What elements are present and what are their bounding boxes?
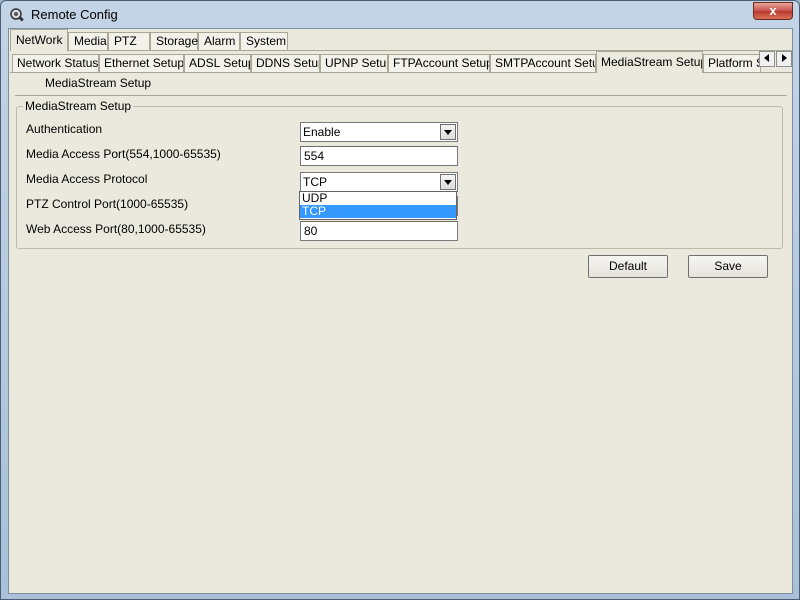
subtab-smtpaccount-setup[interactable]: SMTPAccount Setup — [490, 54, 596, 72]
default-button[interactable]: Default — [588, 255, 668, 278]
tab-scroll-right-button[interactable] — [776, 51, 792, 67]
page-heading: MediaStream Setup — [45, 76, 152, 90]
tab-ptz[interactable]: PTZ — [108, 32, 150, 50]
page-divider — [15, 95, 787, 96]
media-port-label: Media Access Port(554,1000-65535) — [26, 147, 221, 161]
authentication-select[interactable]: Enable — [300, 122, 458, 142]
tab-system[interactable]: System — [240, 32, 288, 50]
ptz-port-label: PTZ Control Port(1000-65535) — [26, 197, 189, 211]
web-port-input[interactable]: 80 — [300, 221, 458, 241]
subtab-ethernet-setup[interactable]: Ethernet Setup — [99, 54, 184, 72]
tab-alarm[interactable]: Alarm — [198, 32, 240, 50]
app-icon — [10, 8, 24, 22]
save-button[interactable]: Save — [688, 255, 768, 278]
client-area: NetWork Media PTZ Storage Alarm System N… — [8, 28, 793, 594]
arrow-right-icon — [782, 54, 787, 62]
tab-storage[interactable]: Storage — [150, 32, 198, 50]
authentication-value: Enable — [303, 125, 341, 139]
window-title: Remote Config — [31, 7, 118, 22]
subtab-mediastream-setup[interactable]: MediaStream Setup — [596, 51, 703, 73]
media-port-input[interactable]: 554 — [300, 146, 458, 166]
subtab-network-status[interactable]: Network Status — [12, 54, 99, 72]
protocol-dropdown-list: UDP TCP — [299, 191, 457, 220]
protocol-label: Media Access Protocol — [26, 172, 148, 186]
protocol-select[interactable]: TCP — [300, 172, 458, 192]
mediastream-groupbox: MediaStream Setup Authentication Enable … — [16, 99, 783, 249]
authentication-dropdown-button[interactable] — [440, 124, 456, 140]
tab-network[interactable]: NetWork — [10, 29, 68, 51]
chevron-down-icon — [444, 180, 452, 185]
authentication-label: Authentication — [26, 122, 103, 136]
close-icon: x — [769, 3, 777, 18]
subtab-adsl-setup[interactable]: ADSL Setup — [184, 54, 251, 72]
close-button[interactable]: x — [753, 2, 793, 20]
protocol-value: TCP — [303, 175, 327, 189]
web-port-label: Web Access Port(80,1000-65535) — [26, 222, 206, 236]
tab-scroll-left-button[interactable] — [759, 51, 775, 67]
chevron-down-icon — [444, 130, 452, 135]
remote-config-window: Remote Config x NetWork Media PTZ Storag… — [0, 0, 800, 600]
subtab-ftpaccount-setup[interactable]: FTPAccount Setup — [388, 54, 490, 72]
arrow-left-icon — [764, 54, 769, 62]
tab-media[interactable]: Media — [68, 32, 108, 50]
title-bar[interactable]: Remote Config x — [1, 1, 799, 29]
subtab-platform-setup[interactable]: Platform S — [703, 54, 761, 72]
subtab-ddns-setup[interactable]: DDNS Setup — [251, 54, 320, 72]
subtab-upnp-setup[interactable]: UPNP Setup — [320, 54, 388, 72]
protocol-dropdown-button[interactable] — [440, 174, 456, 190]
protocol-option-tcp[interactable]: TCP — [300, 205, 456, 218]
group-title: MediaStream Setup — [23, 99, 134, 113]
